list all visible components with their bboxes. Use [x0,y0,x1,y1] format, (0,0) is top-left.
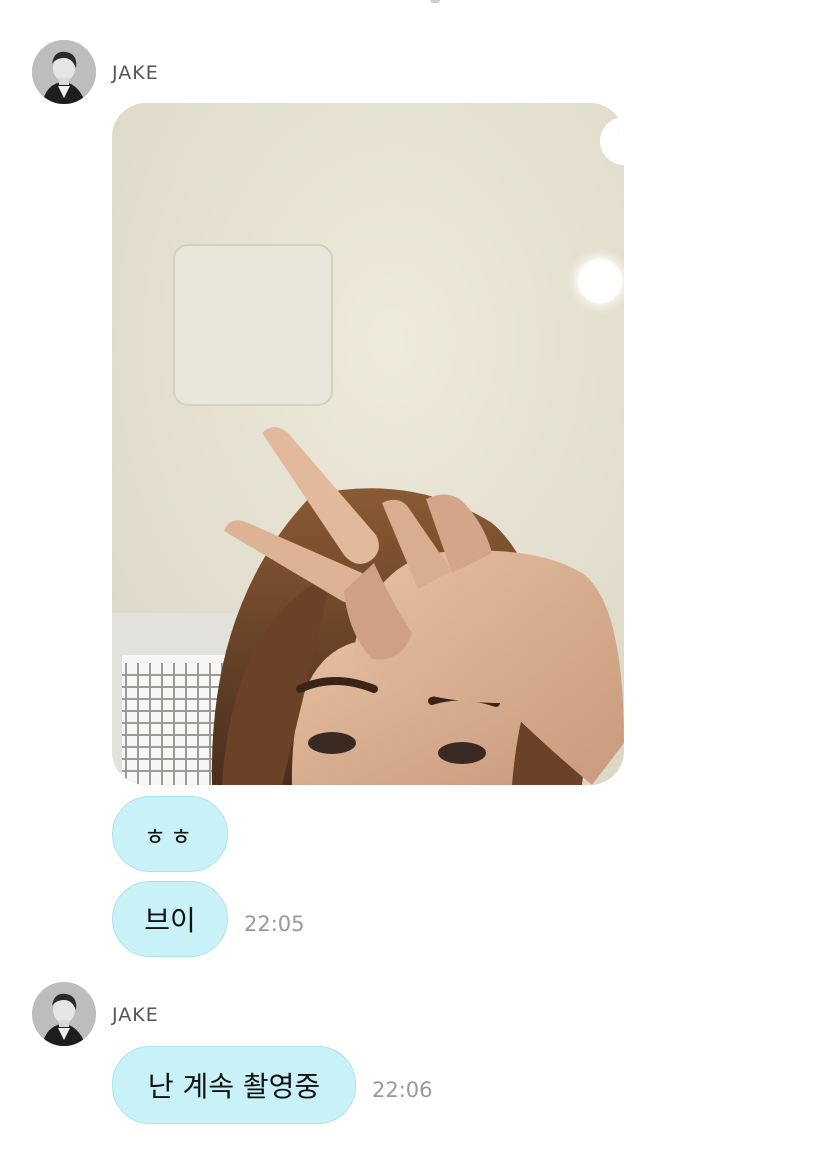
avatar[interactable] [32,40,96,104]
chat-bubble[interactable]: 난 계속 촬영중 [112,1046,356,1124]
scroll-indicator [430,0,440,3]
sender-name: JAKE [112,62,159,84]
profile-photo-icon [32,982,96,1046]
chat-bubble[interactable]: 브이 [112,881,228,957]
sender-name: JAKE [112,1004,159,1026]
message-timestamp: 22:05 [244,912,305,936]
selfie-peace-sign-photo [112,103,624,785]
message-timestamp: 22:06 [372,1078,433,1102]
profile-photo-icon [32,40,96,104]
avatar[interactable] [32,982,96,1046]
previous-content-edge [0,0,828,6]
chat-bubble[interactable]: ㅎㅎ [112,796,228,872]
photo-message[interactable] [112,103,624,785]
